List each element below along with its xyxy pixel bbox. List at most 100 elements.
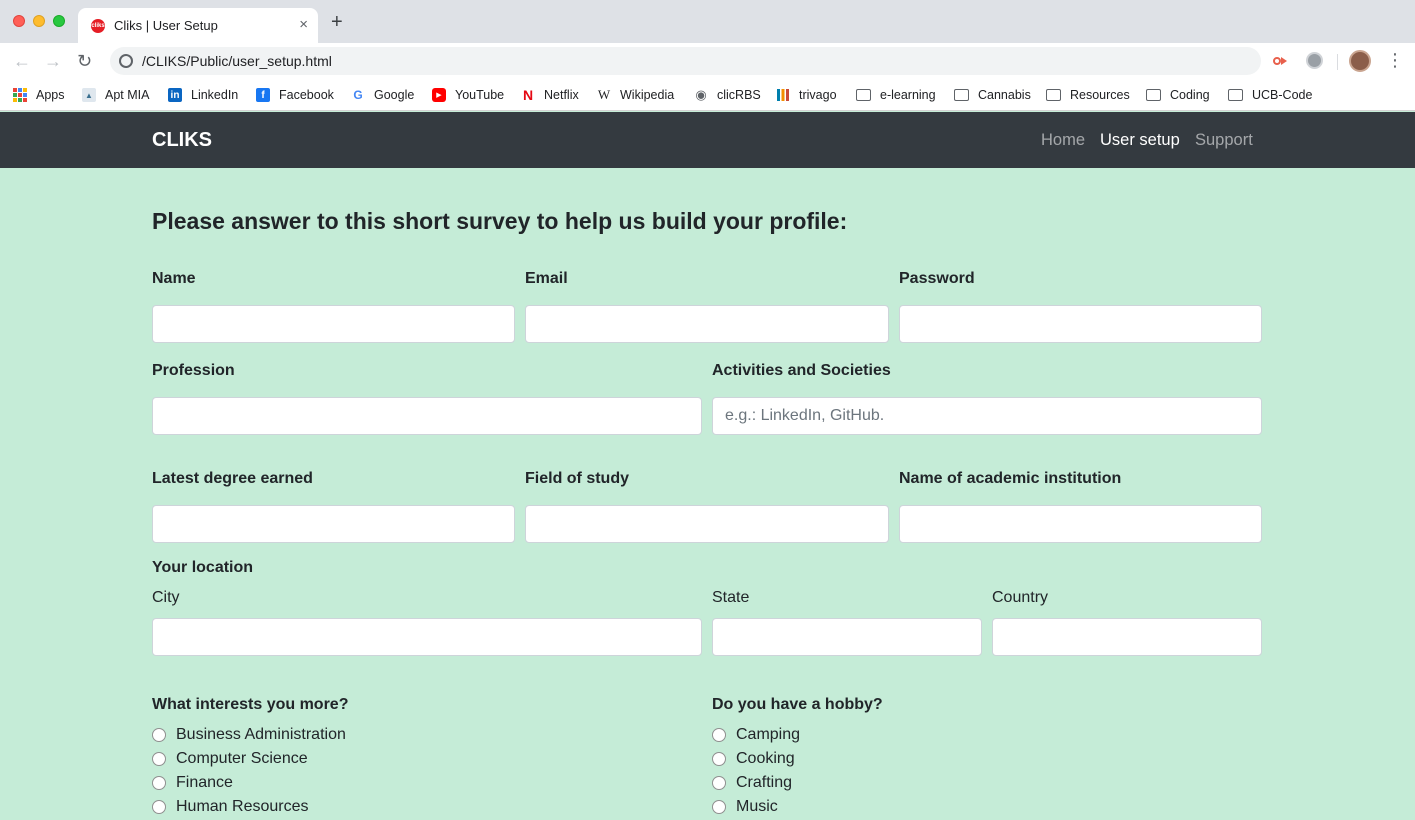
browser-tab-active[interactable]: cliks Cliks | User Setup × [78,8,318,43]
window-zoom-button[interactable] [53,15,65,27]
bookmark-facebook[interactable]: f Facebook [256,86,334,104]
radio-label: Camping [736,726,801,743]
radio-label: Music [736,798,778,815]
bookmark-label: Apps [36,88,65,102]
google-icon: G [353,88,363,102]
bookmark-resources[interactable]: Resources [1046,86,1130,104]
radio-button[interactable] [712,800,726,814]
bookmark-label: LinkedIn [191,88,239,102]
browser-menu-icon[interactable]: ⋮ [1386,50,1404,70]
bookmark-cannabis[interactable]: Cannabis [954,86,1031,104]
bookmark-label: clicRBS [717,88,761,102]
forward-arrow-icon[interactable]: → [44,51,62,71]
youtube-icon: ▶ [432,88,446,102]
interests-label: What interests you more? [152,696,349,713]
brand-logo[interactable]: CLIKS [152,129,212,152]
radio-button[interactable] [712,752,726,766]
radio-button[interactable] [152,728,166,742]
new-tab-button[interactable]: + [331,12,343,32]
degree-field[interactable] [152,505,515,543]
facebook-icon: f [256,88,270,102]
folder-icon [1146,89,1161,101]
degree-label: Latest degree earned [152,470,313,487]
radio-button[interactable] [152,800,166,814]
tab-close-icon[interactable]: × [299,16,308,33]
activities-field[interactable] [712,397,1262,435]
name-label: Name [152,270,196,287]
back-arrow-icon[interactable]: ← [13,51,31,71]
email-field[interactable] [525,305,889,343]
profession-field[interactable] [152,397,702,435]
nav-link-support[interactable]: Support [1195,131,1253,150]
profile-avatar[interactable] [1349,50,1371,72]
trivago-icon [776,88,790,102]
wikipedia-icon: W [597,87,611,102]
apps-grid-icon [13,88,27,102]
hobby-option-camping[interactable]: Camping [712,726,800,744]
bookmark-netflix[interactable]: N Netflix [521,86,579,104]
folder-icon [1046,89,1061,101]
site-info-icon[interactable] [119,54,133,68]
hobby-option-music[interactable]: Music [712,798,778,816]
bookmark-label: Resources [1070,88,1130,102]
linkedin-icon: in [168,88,182,102]
bookmark-ucb-code[interactable]: UCB-Code [1228,86,1312,104]
bookmark-google[interactable]: G Google [351,86,414,104]
reload-icon[interactable]: ↻ [77,51,92,71]
hobby-option-cooking[interactable]: Cooking [712,750,795,768]
radio-label: Computer Science [176,750,308,767]
interest-option-finance[interactable]: Finance [152,774,233,792]
institution-field[interactable] [899,505,1262,543]
interest-option-human-resources[interactable]: Human Resources [152,798,309,816]
folder-icon [856,89,871,101]
state-field[interactable] [712,618,982,656]
window-close-button[interactable] [13,15,25,27]
window-minimize-button[interactable] [33,15,45,27]
activities-label: Activities and Societies [712,362,891,379]
extension-cast-icon[interactable] [1272,52,1290,70]
nav-link-home[interactable]: Home [1041,131,1085,150]
radio-button[interactable] [712,776,726,790]
radio-label: Business Administration [176,726,346,743]
bookmark-label: trivago [799,88,837,102]
interest-option-computer-science[interactable]: Computer Science [152,750,308,768]
hobby-option-crafting[interactable]: Crafting [712,774,792,792]
bookmark-e-learning[interactable]: e-learning [856,86,936,104]
address-bar-url: /CLIKS/Public/user_setup.html [142,53,332,69]
bookmark-linkedin[interactable]: in LinkedIn [168,86,238,104]
interest-option-business-administration[interactable]: Business Administration [152,726,346,744]
bookmark-youtube[interactable]: ▶ YouTube [432,86,504,104]
site-navbar: CLIKS Home User setup Support [0,112,1415,168]
password-label: Password [899,270,975,287]
apt-mia-icon: ▲ [82,88,96,102]
bookmark-trivago[interactable]: trivago [776,86,837,104]
bookmark-label: Cannabis [978,88,1031,102]
bookmark-wikipedia[interactable]: W Wikipedia [597,86,674,104]
radio-label: Human Resources [176,798,309,815]
country-field[interactable] [992,618,1262,656]
bookmark-label: Wikipedia [620,88,675,102]
name-field[interactable] [152,305,515,343]
bookmark-apt-mia[interactable]: ▲ Apt MIA [82,86,149,104]
radio-button[interactable] [712,728,726,742]
profession-label: Profession [152,362,235,379]
location-label: Your location [152,559,254,576]
radio-button[interactable] [152,752,166,766]
bookmark-apps[interactable]: Apps [13,86,65,104]
country-label: Country [992,589,1049,606]
radio-label: Crafting [736,774,793,791]
bookmark-label: Netflix [544,88,579,102]
extension-icon[interactable] [1306,52,1323,69]
password-field[interactable] [899,305,1262,343]
bookmark-label: Apt MIA [105,88,150,102]
bookmark-clicrbs[interactable]: ◉ clicRBS [694,86,761,104]
city-field[interactable] [152,618,702,656]
nav-link-user-setup[interactable]: User setup [1100,131,1180,150]
bookmark-label: UCB-Code [1252,88,1313,102]
radio-button[interactable] [152,776,166,790]
bookmark-coding[interactable]: Coding [1146,86,1210,104]
field-of-study-field[interactable] [525,505,889,543]
radio-label: Cooking [736,750,795,767]
bookmarks-bar: Apps ▲ Apt MIA in LinkedIn f Facebook G … [0,80,1415,111]
address-bar[interactable]: /CLIKS/Public/user_setup.html [110,47,1261,75]
